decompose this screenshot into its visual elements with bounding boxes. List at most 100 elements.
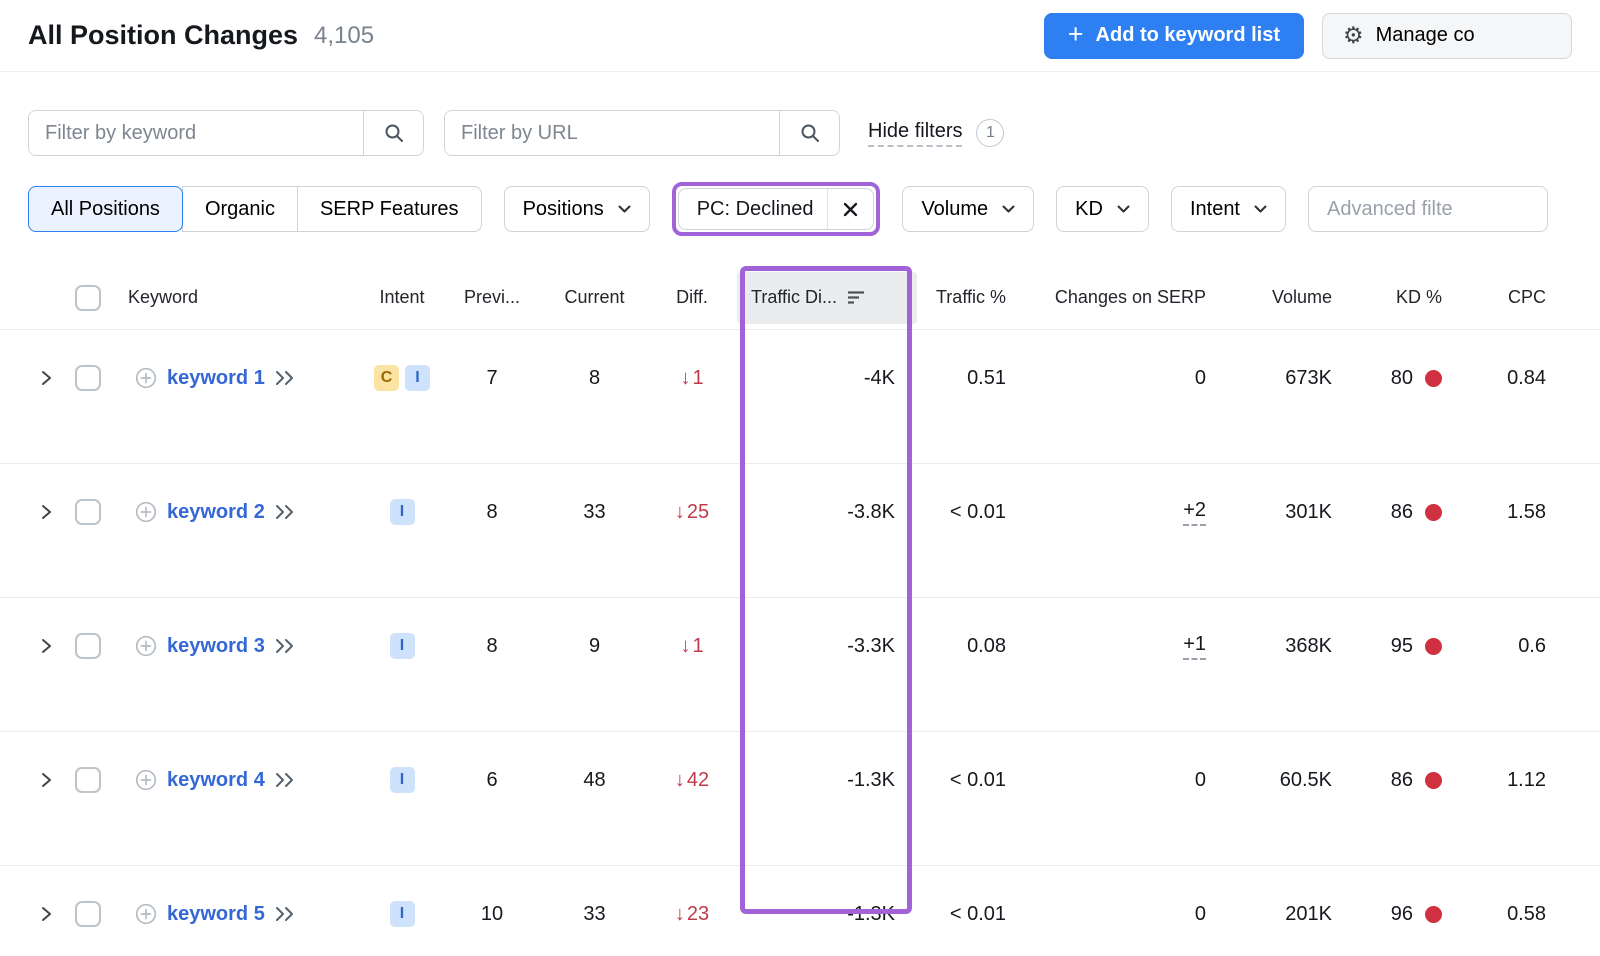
select-all-checkbox[interactable] bbox=[75, 285, 101, 311]
add-keyword-to-list-icon[interactable] bbox=[134, 634, 158, 658]
current-position: 8 bbox=[542, 330, 647, 402]
serp-changes-value: 0 bbox=[1022, 866, 1222, 938]
table-row: keyword 4 I 6 48 ↓42 -1.3K < 0.01 0 60.5… bbox=[0, 732, 1600, 866]
chevron-down-icon bbox=[1002, 205, 1015, 214]
kd-dropdown[interactable]: KD bbox=[1056, 186, 1149, 232]
expand-row-button[interactable] bbox=[28, 330, 64, 402]
column-header-cpc[interactable]: CPC bbox=[1462, 287, 1572, 308]
keyword-link[interactable]: keyword 3 bbox=[167, 635, 265, 658]
kd-percent-value: 86 bbox=[1347, 732, 1462, 804]
intent-badge-informational[interactable]: I bbox=[405, 365, 430, 391]
advanced-filters-button[interactable]: Advanced filte bbox=[1308, 186, 1548, 232]
column-header-traffic-pct[interactable]: Traffic % bbox=[917, 287, 1022, 308]
table-header-row: Keyword Intent Previ... Current Diff. Tr… bbox=[0, 266, 1600, 330]
column-header-serp-changes[interactable]: Changes on SERP bbox=[1022, 287, 1222, 308]
keyword-link[interactable]: keyword 4 bbox=[167, 769, 265, 792]
traffic-percent-value: < 0.01 bbox=[917, 866, 1022, 938]
row-checkbox[interactable] bbox=[75, 499, 101, 525]
column-header-diff[interactable]: Diff. bbox=[647, 287, 737, 308]
row-checkbox[interactable] bbox=[75, 633, 101, 659]
add-keyword-to-list-icon[interactable] bbox=[134, 366, 158, 390]
intent-badge-informational[interactable]: I bbox=[390, 767, 415, 793]
arrow-down-icon: ↓ bbox=[675, 770, 685, 790]
kd-difficulty-dot bbox=[1425, 906, 1442, 923]
gear-icon: ⚙ bbox=[1343, 24, 1364, 47]
positions-segmented-control: All Positions Organic SERP Features bbox=[28, 186, 482, 232]
keyword-link[interactable]: keyword 5 bbox=[167, 903, 265, 926]
column-header-intent[interactable]: Intent bbox=[362, 287, 442, 308]
sort-descending-icon[interactable] bbox=[847, 290, 865, 305]
intent-badge-commercial[interactable]: C bbox=[374, 365, 399, 391]
positions-dropdown[interactable]: Positions bbox=[504, 186, 650, 232]
row-checkbox[interactable] bbox=[75, 901, 101, 927]
url-filter-input[interactable] bbox=[445, 111, 779, 155]
chevron-down-icon bbox=[1254, 205, 1267, 214]
manage-columns-button[interactable]: ⚙ Manage co bbox=[1322, 13, 1572, 59]
intent-badge-informational[interactable]: I bbox=[390, 633, 415, 659]
add-keyword-to-list-icon[interactable] bbox=[134, 500, 158, 524]
kd-difficulty-dot bbox=[1425, 504, 1442, 521]
open-serp-icon[interactable] bbox=[274, 370, 296, 386]
keyword-link[interactable]: keyword 2 bbox=[167, 501, 265, 524]
close-icon bbox=[843, 202, 858, 217]
serp-changes-link[interactable]: +1 bbox=[1183, 633, 1206, 660]
column-header-previous[interactable]: Previ... bbox=[442, 287, 542, 308]
column-header-current[interactable]: Current bbox=[542, 287, 647, 308]
open-serp-icon[interactable] bbox=[274, 772, 296, 788]
pc-declined-filter-chip[interactable]: PC: Declined bbox=[678, 188, 875, 230]
hide-filters-link[interactable]: Hide filters 1 bbox=[868, 119, 1004, 147]
table-row: keyword 3 I 8 9 ↓1 -3.3K 0.08 +1 368K 95… bbox=[0, 598, 1600, 732]
positions-dropdown-label: Positions bbox=[523, 198, 604, 221]
column-header-kd[interactable]: KD % bbox=[1347, 287, 1462, 308]
current-position: 9 bbox=[542, 598, 647, 670]
keyword-search-button[interactable] bbox=[363, 111, 423, 155]
keyword-filter-input[interactable] bbox=[29, 111, 363, 155]
add-keyword-to-list-icon[interactable] bbox=[134, 902, 158, 926]
position-diff: ↓23 bbox=[647, 866, 737, 938]
kd-percent-value: 86 bbox=[1347, 464, 1462, 536]
column-header-volume[interactable]: Volume bbox=[1222, 287, 1347, 308]
expand-row-button[interactable] bbox=[28, 464, 64, 536]
previous-position: 8 bbox=[442, 598, 542, 670]
expand-row-button[interactable] bbox=[28, 732, 64, 804]
row-checkbox[interactable] bbox=[75, 365, 101, 391]
cpc-value: 0.84 bbox=[1462, 330, 1572, 402]
position-diff: ↓25 bbox=[647, 464, 737, 536]
add-keyword-to-list-icon[interactable] bbox=[134, 768, 158, 792]
kd-difficulty-dot bbox=[1425, 772, 1442, 789]
traffic-percent-value: 0.51 bbox=[917, 330, 1022, 402]
volume-value: 301K bbox=[1222, 464, 1347, 536]
arrow-down-icon: ↓ bbox=[675, 904, 685, 924]
open-serp-icon[interactable] bbox=[274, 906, 296, 922]
intent-badge-informational[interactable]: I bbox=[390, 499, 415, 525]
intent-dropdown[interactable]: Intent bbox=[1171, 186, 1286, 232]
volume-value: 368K bbox=[1222, 598, 1347, 670]
intent-badge-informational[interactable]: I bbox=[390, 901, 415, 927]
tab-organic[interactable]: Organic bbox=[182, 186, 298, 232]
open-serp-icon[interactable] bbox=[274, 504, 296, 520]
keyword-link[interactable]: keyword 1 bbox=[167, 367, 265, 390]
row-checkbox[interactable] bbox=[75, 767, 101, 793]
arrow-down-icon: ↓ bbox=[680, 636, 690, 656]
tab-all-positions[interactable]: All Positions bbox=[28, 186, 183, 232]
arrow-down-icon: ↓ bbox=[680, 368, 690, 388]
kd-dropdown-label: KD bbox=[1075, 198, 1103, 221]
column-header-keyword[interactable]: Keyword bbox=[112, 287, 362, 308]
add-to-keyword-list-button[interactable]: + Add to keyword list bbox=[1044, 13, 1304, 59]
position-diff: ↓42 bbox=[647, 732, 737, 804]
expand-row-button[interactable] bbox=[28, 866, 64, 938]
filter-inputs-row: Hide filters 1 bbox=[0, 110, 1600, 156]
arrow-down-icon: ↓ bbox=[675, 502, 685, 522]
column-header-traffic-diff[interactable]: Traffic Di... bbox=[737, 272, 917, 324]
url-search-button[interactable] bbox=[779, 111, 839, 155]
volume-dropdown[interactable]: Volume bbox=[902, 186, 1034, 232]
expand-row-button[interactable] bbox=[28, 598, 64, 670]
open-serp-icon[interactable] bbox=[274, 638, 296, 654]
tab-serp-features[interactable]: SERP Features bbox=[297, 186, 482, 232]
traffic-diff-value: -4K bbox=[737, 330, 917, 402]
table-row: keyword 2 I 8 33 ↓25 -3.8K < 0.01 +2 301… bbox=[0, 464, 1600, 598]
remove-filter-button[interactable] bbox=[827, 189, 873, 229]
kd-percent-value: 95 bbox=[1347, 598, 1462, 670]
traffic-diff-value: -3.3K bbox=[737, 598, 917, 670]
serp-changes-link[interactable]: +2 bbox=[1183, 499, 1206, 526]
